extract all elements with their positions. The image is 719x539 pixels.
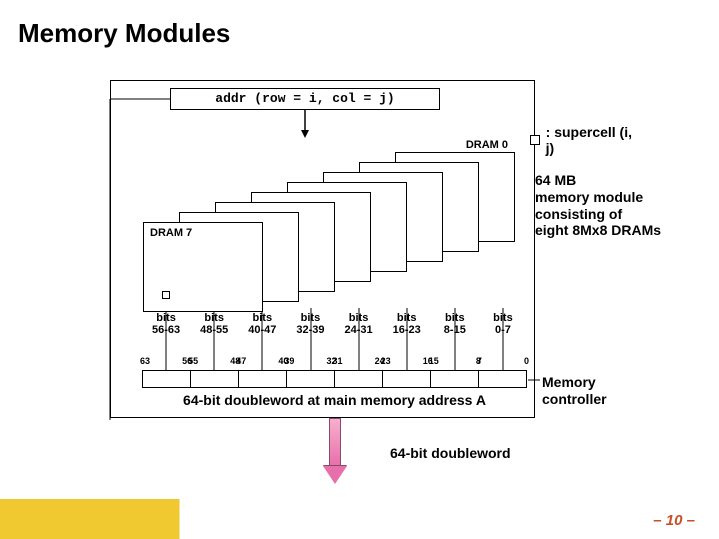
doubleword-register: [142, 370, 527, 388]
supercell-legend-text: : supercell (i, j): [546, 124, 640, 156]
module-desc-line: eight 8Mx8 DRAMs: [535, 222, 705, 239]
bit-range: bits8-15: [431, 312, 479, 342]
diagram-area: addr (row = i, col = j) : supercell (i, …: [80, 80, 640, 480]
register-byte: [239, 371, 287, 387]
bit-range: bits56-63: [142, 312, 190, 342]
dram-7-label: DRAM 7: [148, 227, 194, 239]
register-byte: [335, 371, 383, 387]
register-byte: [479, 371, 526, 387]
bit-range: bits32-39: [286, 312, 334, 342]
module-desc-line: memory module: [535, 189, 705, 206]
page-number: – 10 –: [653, 512, 695, 529]
register-byte: [431, 371, 479, 387]
dram-chip-stack: DRAM 0 DRAM 7: [135, 152, 515, 312]
supercell-legend: : supercell (i, j): [530, 124, 640, 156]
bit-range-labels: bits56-63 bits48-55 bits40-47 bits32-39 …: [142, 312, 527, 342]
module-desc-line: 64 MB: [535, 172, 705, 189]
module-desc-line: consisting of: [535, 206, 705, 223]
register-byte: [383, 371, 431, 387]
output-arrow-icon: [323, 418, 347, 488]
module-description: 64 MB memory module consisting of eight …: [535, 172, 705, 239]
memory-controller-label: Memory controller: [542, 374, 640, 408]
register-caption: 64-bit doubleword at main memory address…: [142, 392, 527, 408]
bit-range: bits0-7: [479, 312, 527, 342]
register-bit-numbers: 6356 5548 4740 3932 3124 2316 158 70: [142, 356, 527, 368]
bit-range: bits24-31: [335, 312, 383, 342]
dram-chip: DRAM 7: [143, 222, 263, 312]
dram-0-label: DRAM 0: [464, 139, 510, 151]
footer-bar: [0, 499, 719, 539]
register-byte: [143, 371, 191, 387]
bit-range: bits16-23: [383, 312, 431, 342]
register-byte: [191, 371, 239, 387]
register-byte: [287, 371, 335, 387]
doubleword-output-label: 64-bit doubleword: [390, 445, 511, 461]
addr-label: addr (row = i, col = j): [170, 88, 440, 110]
supercell-marker: [162, 291, 170, 299]
slide-title: Memory Modules: [18, 18, 230, 49]
supercell-square-icon: [530, 135, 540, 145]
bit-range: bits48-55: [190, 312, 238, 342]
bit-range: bits40-47: [238, 312, 286, 342]
